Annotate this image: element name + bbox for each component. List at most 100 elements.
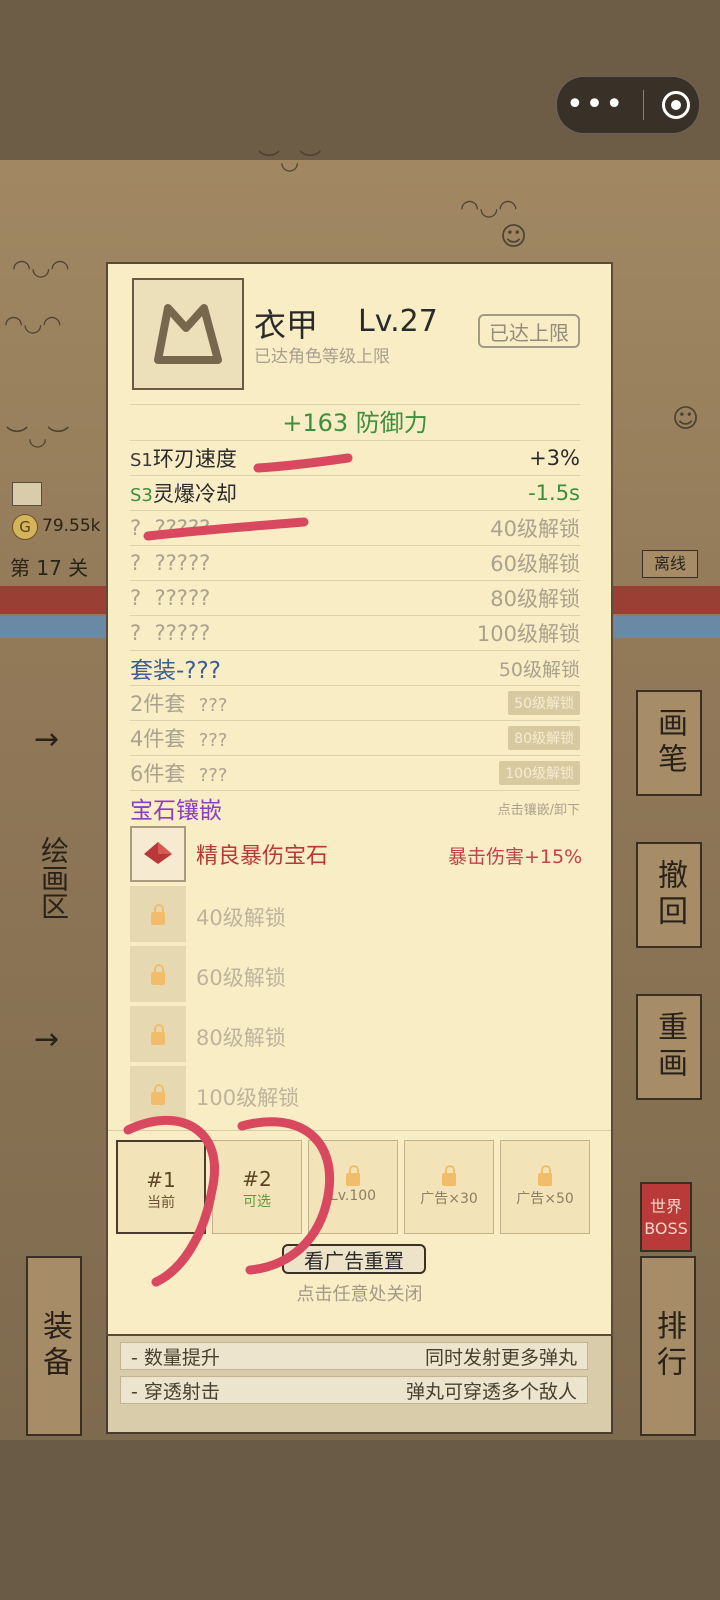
loadout-tab-1[interactable]: #1 当前 [116, 1140, 206, 1234]
bat-doodle-icon: ︶◡︶ [6, 426, 70, 451]
stat-name: ????? [154, 586, 211, 610]
stat-slot: ? [130, 621, 142, 645]
lock-icon [538, 1165, 552, 1186]
item-name: 衣甲 [254, 306, 319, 344]
gem-effect: 暴击伤害+15% [448, 846, 583, 868]
stat-slot: ? [130, 516, 142, 540]
stat-name: ????? [154, 551, 211, 575]
ad-badge-icon[interactable] [12, 482, 42, 506]
stat-name: ????? [154, 516, 211, 540]
lock-icon [442, 1165, 456, 1186]
target-circle-icon[interactable] [662, 91, 691, 119]
set-piece-name: 6件套 [130, 762, 186, 786]
world-boss-line1: 世界 [649, 1197, 682, 1216]
coin-count: 79.55k [42, 516, 101, 536]
stat-slot: ? [130, 586, 142, 610]
set-row: 6件套 ??? 100级解锁 [130, 755, 580, 790]
main-stat: +163 防御力 [130, 404, 580, 441]
more-dots-icon[interactable]: ••• [566, 90, 625, 120]
set-unlock-tag: 100级解锁 [499, 761, 580, 785]
set-piece-name: 4件套 [130, 727, 186, 751]
cloud-doodle-icon: ◠◡◠ [4, 312, 62, 337]
upgrade-row[interactable]: - 数量提升 同时发射更多弹丸 [120, 1342, 588, 1370]
capsule-divider [643, 90, 645, 120]
lock-icon [151, 1024, 165, 1045]
stat-slot: ? [130, 551, 142, 575]
upgrade-desc: 同时发射更多弹丸 [424, 1346, 577, 1369]
draw-area-label: 绘画区 [37, 836, 70, 920]
undo-button[interactable]: 撤回 [636, 842, 702, 948]
stat-value: 80级解锁 [490, 587, 580, 611]
stat-slot: S3 [130, 485, 153, 506]
set-title: 套装-??? [130, 658, 221, 684]
lock-icon [151, 904, 165, 925]
gem-slot-locked[interactable] [130, 1066, 186, 1122]
world-boss-button[interactable]: 世界 BOSS [640, 1182, 692, 1252]
offline-button[interactable]: 离线 [642, 550, 698, 578]
lock-icon [346, 1165, 360, 1186]
tab-status: 可选 [243, 1194, 271, 1210]
cloud-doodle-icon: ◠◡◠ [460, 196, 518, 221]
cat-doodle-icon: ☺ [500, 222, 528, 252]
stickman-doodle-icon: ☺ [672, 404, 700, 434]
set-row: 4件套 ??? 80级解锁 [130, 720, 580, 755]
stat-value: +3% [529, 446, 580, 470]
upgrade-name: - 穿透射击 [131, 1380, 220, 1403]
upgrade-name: - 数量提升 [131, 1346, 220, 1369]
bottom-background [0, 1440, 720, 1600]
stat-row: S3灵爆冷却 -1.5s [130, 475, 580, 510]
stat-row-locked: ? ????? 100级解锁 [130, 615, 580, 650]
coin-icon: G [12, 514, 38, 540]
tab-number: #2 [242, 1167, 272, 1191]
set-row: 2件套 ??? 50级解锁 [130, 685, 580, 720]
equip-button[interactable]: 装备 [26, 1256, 82, 1436]
gem-slot-locked[interactable] [130, 1006, 186, 1062]
gem-slot-locked[interactable] [130, 886, 186, 942]
stage-label: 第 17 关 [10, 556, 89, 580]
loadout-tab-3[interactable]: Lv.100 [308, 1140, 398, 1234]
item-level: Lv.27 [358, 304, 438, 339]
gem-slot-unlock-label: 80级解锁 [196, 1026, 286, 1050]
cloud-doodle-icon: ◠◡◠ [12, 256, 70, 281]
red-gem-icon [144, 842, 172, 864]
max-level-button[interactable]: 已达上限 [478, 314, 580, 348]
loadout-tab-5[interactable]: 广告×50 [500, 1140, 590, 1234]
gem-name: 精良暴伤宝石 [196, 844, 329, 869]
rank-button[interactable]: 排行 [640, 1256, 696, 1436]
tab-requirement: 广告×50 [516, 1191, 574, 1207]
set-piece-desc: ??? [198, 695, 228, 716]
set-unlock-tag: 50级解锁 [508, 691, 580, 715]
item-subtitle: 已达角色等级上限 [254, 347, 390, 367]
set-piece-desc: ??? [198, 765, 228, 786]
upgrade-row[interactable]: - 穿透射击 弹丸可穿透多个敌人 [120, 1376, 588, 1404]
gem-slot-unlock-label: 100级解锁 [196, 1086, 300, 1110]
stat-row-locked: ? ????? 80级解锁 [130, 580, 580, 615]
tab-requirement: Lv.100 [329, 1188, 377, 1204]
stat-name: ????? [154, 621, 211, 645]
brush-button[interactable]: 画笔 [636, 690, 702, 796]
upgrade-desc: 弹丸可穿透多个敌人 [405, 1380, 577, 1403]
gem-header: 宝石镶嵌 点击镶嵌/卸下 [130, 790, 580, 825]
arrow-icon: → [34, 722, 60, 757]
loadout-tab-4[interactable]: 广告×30 [404, 1140, 494, 1234]
gem-slot-filled[interactable] [130, 826, 186, 882]
miniprogram-capsule: ••• [556, 76, 700, 134]
set-piece-name: 2件套 [130, 692, 186, 716]
redraw-button[interactable]: 重画 [636, 994, 702, 1100]
set-header: 套装-??? 50级解锁 [130, 650, 580, 685]
stat-row-locked: ? ????? 40级解锁 [130, 510, 580, 545]
loadout-tab-2[interactable]: #2 可选 [212, 1140, 302, 1234]
lock-icon [151, 1084, 165, 1105]
stat-row-locked: ? ????? 60级解锁 [130, 545, 580, 580]
armor-icon [132, 278, 244, 390]
stat-name: 环刃速度 [152, 447, 237, 471]
equipment-detail-modal: 衣甲 Lv.27 已达角色等级上限 已达上限 +163 防御力 S1环刃速度 +… [106, 262, 613, 1336]
stat-row: S1环刃速度 +3% [130, 440, 580, 475]
stat-value: -1.5s [528, 481, 580, 505]
stat-name: 灵爆冷却 [152, 482, 237, 506]
watch-ad-reset-button[interactable]: 看广告重置 [282, 1244, 426, 1274]
set-piece-desc: ??? [198, 730, 228, 751]
gem-slot-locked[interactable] [130, 946, 186, 1002]
tab-requirement: 广告×30 [420, 1191, 478, 1207]
tap-to-close-hint[interactable]: 点击任意处关闭 [108, 1280, 611, 1306]
